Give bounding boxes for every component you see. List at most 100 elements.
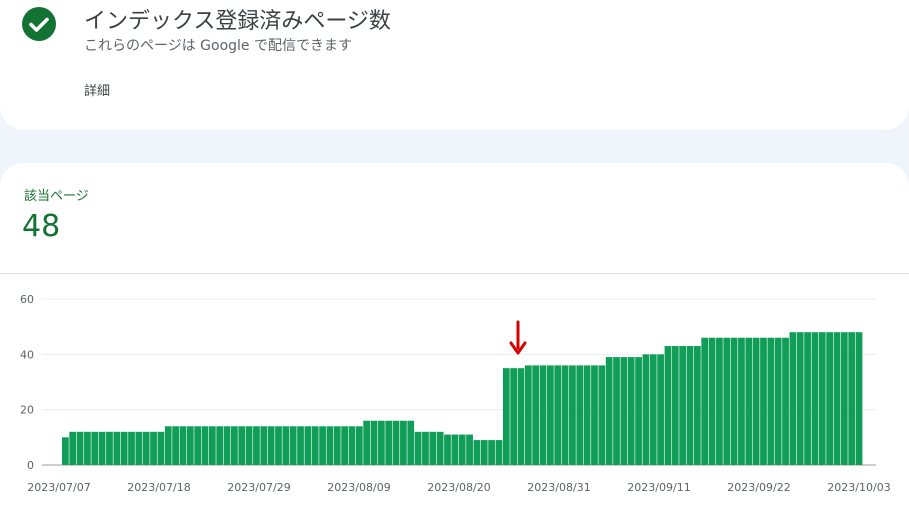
bar[interactable] xyxy=(98,431,106,465)
bar[interactable] xyxy=(848,332,856,465)
bar[interactable] xyxy=(605,357,613,465)
bar[interactable] xyxy=(804,332,811,465)
bar[interactable] xyxy=(400,420,407,465)
bar[interactable] xyxy=(69,431,77,465)
bar[interactable] xyxy=(686,346,694,465)
bar[interactable] xyxy=(716,337,723,465)
bar[interactable] xyxy=(392,420,400,465)
bar[interactable] xyxy=(414,431,422,465)
bar[interactable] xyxy=(796,332,804,465)
bar[interactable] xyxy=(458,434,466,465)
bar[interactable] xyxy=(708,337,716,465)
bar[interactable] xyxy=(738,337,745,465)
bar[interactable] xyxy=(730,337,738,465)
bar[interactable] xyxy=(657,354,664,465)
bar[interactable] xyxy=(377,420,385,465)
bar[interactable] xyxy=(436,431,444,465)
bar[interactable] xyxy=(208,426,216,465)
bar[interactable] xyxy=(319,426,326,465)
bar[interactable] xyxy=(745,337,753,465)
bar[interactable] xyxy=(679,346,687,465)
bar[interactable] xyxy=(517,368,525,465)
bar[interactable] xyxy=(311,426,319,465)
bar[interactable] xyxy=(649,354,657,465)
bar[interactable] xyxy=(172,426,179,465)
bar[interactable] xyxy=(135,431,143,465)
bar[interactable] xyxy=(782,337,789,465)
bar[interactable] xyxy=(818,332,826,465)
bar[interactable] xyxy=(789,332,797,465)
bar[interactable] xyxy=(811,332,819,465)
bar[interactable] xyxy=(701,337,709,465)
bar[interactable] xyxy=(642,354,650,465)
bar[interactable] xyxy=(598,365,606,465)
bar[interactable] xyxy=(429,431,437,465)
bar[interactable] xyxy=(275,426,282,465)
bar[interactable] xyxy=(157,431,165,465)
bar[interactable] xyxy=(547,365,554,465)
bar[interactable] xyxy=(576,365,584,465)
bar[interactable] xyxy=(524,365,532,465)
bar[interactable] xyxy=(355,426,363,465)
bar[interactable] xyxy=(106,431,113,465)
bar[interactable] xyxy=(76,431,84,465)
bar[interactable] xyxy=(120,431,128,465)
bar[interactable] xyxy=(583,365,591,465)
bar[interactable] xyxy=(561,365,569,465)
bar[interactable] xyxy=(385,420,393,465)
bar[interactable] xyxy=(539,365,547,465)
bar[interactable] xyxy=(833,332,841,465)
bar[interactable] xyxy=(142,431,150,465)
bar[interactable] xyxy=(113,431,121,465)
bar[interactable] xyxy=(767,337,775,465)
bar[interactable] xyxy=(620,357,628,465)
bar[interactable] xyxy=(201,426,209,465)
bar[interactable] xyxy=(407,420,415,465)
bar[interactable] xyxy=(333,426,341,465)
bar[interactable] xyxy=(179,426,187,465)
bar[interactable] xyxy=(194,426,202,465)
bar[interactable] xyxy=(664,346,672,465)
bar[interactable] xyxy=(150,431,157,465)
bar[interactable] xyxy=(466,434,473,465)
bar[interactable] xyxy=(510,368,518,465)
bar[interactable] xyxy=(495,440,503,465)
bar[interactable] xyxy=(62,437,69,465)
bar[interactable] xyxy=(752,337,760,465)
bar[interactable] xyxy=(363,420,371,465)
bar[interactable] xyxy=(451,434,459,465)
bar[interactable] xyxy=(627,357,635,465)
bar[interactable] xyxy=(260,426,268,465)
bar[interactable] xyxy=(370,420,378,465)
bar[interactable] xyxy=(348,426,356,465)
bar[interactable] xyxy=(760,337,767,465)
bar[interactable] xyxy=(840,332,848,465)
bar[interactable] xyxy=(253,426,260,465)
bar[interactable] xyxy=(289,426,297,465)
bar[interactable] xyxy=(473,440,481,465)
bar[interactable] xyxy=(532,365,540,465)
bar[interactable] xyxy=(267,426,275,465)
bar[interactable] xyxy=(164,426,172,465)
bar[interactable] xyxy=(341,426,348,465)
bar[interactable] xyxy=(613,357,620,465)
bar[interactable] xyxy=(855,332,863,465)
bar[interactable] xyxy=(693,346,701,465)
bar[interactable] xyxy=(671,346,679,465)
bar[interactable] xyxy=(223,426,231,465)
bar[interactable] xyxy=(238,426,246,465)
bar[interactable] xyxy=(282,426,290,465)
bar[interactable] xyxy=(488,440,495,465)
bar[interactable] xyxy=(774,337,782,465)
bar[interactable] xyxy=(297,426,304,465)
bar[interactable] xyxy=(502,368,510,465)
bar[interactable] xyxy=(723,337,731,465)
bar[interactable] xyxy=(591,365,598,465)
bar[interactable] xyxy=(216,426,224,465)
bar[interactable] xyxy=(304,426,312,465)
bar[interactable] xyxy=(231,426,238,465)
bar[interactable] xyxy=(84,431,91,465)
bar[interactable] xyxy=(245,426,253,465)
bar[interactable] xyxy=(128,431,135,465)
bar[interactable] xyxy=(554,365,562,465)
